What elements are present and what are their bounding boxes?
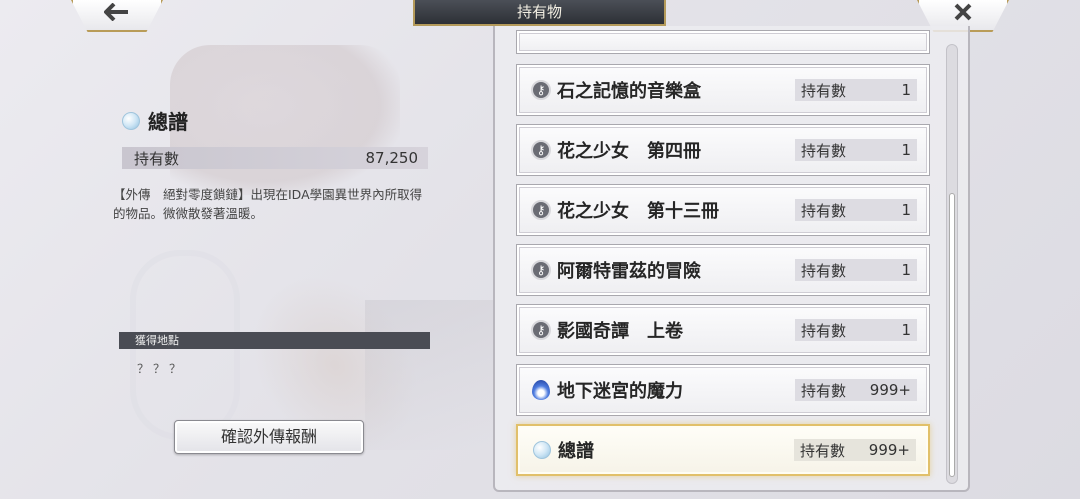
close-x-icon: [954, 0, 972, 27]
key-icon: ⚷: [531, 260, 551, 280]
list-item[interactable]: ⚷ 石之記憶的音樂盒 持有數 1: [516, 64, 930, 116]
background-item-illustration: [170, 45, 400, 195]
selected-item-count: 持有數 87,250: [122, 147, 428, 169]
count-value: 1: [901, 321, 911, 339]
list-item[interactable]: ⚷ 阿爾特雷茲的冒險 持有數 1: [516, 244, 930, 296]
background-book-illustration: [365, 300, 495, 450]
list-item-selected[interactable]: 總譜 持有數 999+: [516, 424, 930, 476]
list-item-name: 阿爾特雷茲的冒險: [557, 261, 701, 282]
source-label: 獲得地點: [119, 332, 430, 349]
list-item-name: 影國奇譚 上卷: [557, 321, 683, 342]
count-value: 87,250: [365, 149, 419, 167]
count-value: 1: [901, 201, 911, 219]
blue-flame-icon: [531, 380, 551, 400]
list-item[interactable]: ⚷ 影國奇譚 上卷 持有數 1: [516, 304, 930, 356]
list-item[interactable]: 地下迷宮的魔力 持有數 999+: [516, 364, 930, 416]
gem-icon: [122, 111, 140, 130]
list-item[interactable]: ⚷ 花之少女 第四冊 持有數 1: [516, 124, 930, 176]
count-value: 1: [901, 141, 911, 159]
key-icon: ⚷: [531, 140, 551, 160]
count-value: 1: [901, 81, 911, 99]
list-item-name: 總譜: [558, 441, 594, 462]
source-value: ？？？: [137, 362, 186, 376]
count-value: 999+: [868, 441, 910, 459]
count-label: 持有數: [800, 441, 846, 460]
list-item-count: 持有數 999+: [795, 379, 917, 401]
back-arrow-icon: [104, 0, 130, 27]
key-icon: ⚷: [531, 80, 551, 100]
back-button[interactable]: [71, 0, 163, 32]
gem-icon: [532, 440, 552, 460]
page-title: 持有物: [413, 0, 666, 26]
list-item-name: 石之記憶的音樂盒: [557, 81, 701, 102]
list-item-partial[interactable]: [516, 30, 930, 54]
count-label: 持有數: [801, 321, 847, 340]
list-item-name: 地下迷宮的魔力: [557, 381, 683, 402]
confirm-reward-button[interactable]: 確認外傳報酬: [174, 420, 364, 454]
selected-item-header: 總譜: [122, 106, 188, 135]
list-item[interactable]: ⚷ 花之少女 第十三冊 持有數 1: [516, 184, 930, 236]
list-item-count: 持有數 999+: [794, 439, 916, 461]
list-item-count: 持有數 1: [795, 139, 917, 161]
list-scrollbar[interactable]: [946, 44, 958, 484]
list-item-name: 花之少女 第四冊: [557, 141, 701, 162]
item-description: 【外傳 絕對零度鎖鏈】出現在IDA學園異世界內所取得的物品。微微散發著溫暖。: [113, 187, 423, 221]
count-value: 1: [901, 261, 911, 279]
count-label: 持有數: [801, 261, 847, 280]
count-label: 持有數: [801, 201, 847, 220]
count-label: 持有數: [801, 381, 847, 400]
count-label: 持有數: [134, 149, 180, 168]
scrollbar-thumb[interactable]: [949, 193, 955, 477]
count-value: 999+: [869, 381, 911, 399]
list-item-count: 持有數 1: [795, 79, 917, 101]
key-icon: ⚷: [531, 320, 551, 340]
count-label: 持有數: [801, 141, 847, 160]
key-icon: ⚷: [531, 200, 551, 220]
list-item-name: 花之少女 第十三冊: [557, 201, 719, 222]
list-item-count: 持有數 1: [795, 199, 917, 221]
count-label: 持有數: [801, 81, 847, 100]
list-item-count: 持有數 1: [795, 259, 917, 281]
list-item-count: 持有數 1: [795, 319, 917, 341]
selected-item-name: 總譜: [148, 110, 188, 134]
